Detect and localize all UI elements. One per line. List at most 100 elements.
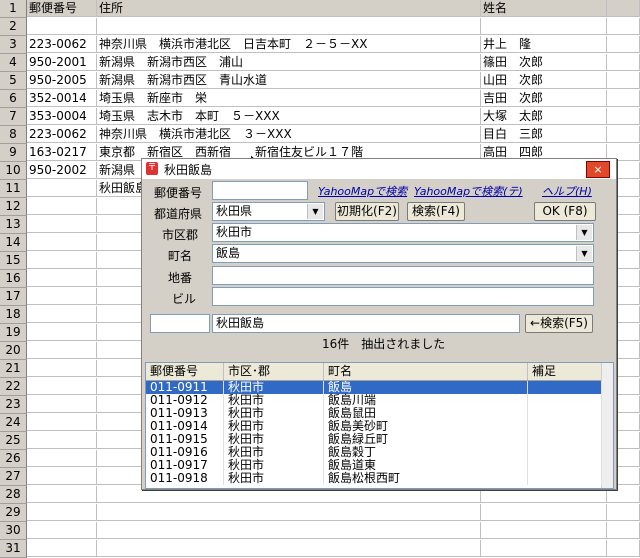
zip-input[interactable]	[212, 181, 308, 200]
cell-zip[interactable]: 223-0062	[27, 36, 97, 53]
cell[interactable]	[27, 468, 97, 485]
row-number[interactable]: 3	[0, 36, 27, 54]
city-select[interactable]: 秋田市 ▼	[212, 223, 594, 242]
cell[interactable]	[27, 234, 97, 251]
header-empty[interactable]	[607, 0, 640, 17]
cell[interactable]	[27, 360, 97, 377]
search-button[interactable]: 検索(F4)	[407, 202, 465, 221]
cell-zip[interactable]: 950-2002	[27, 162, 97, 179]
row-number[interactable]: 16	[0, 270, 27, 288]
search-query-input[interactable]: 秋田飯島	[212, 314, 520, 333]
init-button[interactable]: 初期化(F2)	[335, 202, 399, 221]
cell-name[interactable]: 目白 三郎	[481, 126, 607, 143]
cell[interactable]	[27, 288, 97, 305]
chevron-down-icon[interactable]: ▼	[576, 246, 592, 261]
row-number[interactable]: 25	[0, 432, 27, 450]
col-header-zip[interactable]: 郵便番号	[146, 363, 224, 380]
row-number[interactable]: 21	[0, 360, 27, 378]
cell[interactable]	[27, 216, 97, 233]
cell[interactable]	[27, 396, 97, 413]
row-number[interactable]: 13	[0, 216, 27, 234]
cell[interactable]	[481, 504, 607, 521]
cell-zip[interactable]: 223-0062	[27, 126, 97, 143]
row-number[interactable]: 2	[0, 18, 27, 36]
search-prefix-input[interactable]	[150, 314, 210, 333]
header-address[interactable]: 住所	[97, 0, 481, 17]
cell[interactable]	[607, 18, 640, 35]
ok-button[interactable]: OK (F8)	[534, 202, 596, 221]
cell-address[interactable]: 神奈川県 横浜市港北区 ３－XXX	[97, 126, 481, 143]
yahoo-map-search-t-link[interactable]: YahooMapで検索(テ)	[414, 183, 523, 199]
cell[interactable]	[97, 18, 481, 35]
cell-address[interactable]: 埼玉県 新座市 栄	[97, 90, 481, 107]
cell-name[interactable]: 吉田 次郎	[481, 90, 607, 107]
cell[interactable]	[97, 522, 481, 539]
bldg-input[interactable]	[212, 287, 594, 306]
cell-address[interactable]: 新潟県 新潟市西区 浦山	[97, 54, 481, 71]
row-number[interactable]: 8	[0, 126, 27, 144]
cell-zip[interactable]: 950-2001	[27, 54, 97, 71]
dialog-titlebar[interactable]: 〒 秋田飯島 ×	[142, 159, 616, 179]
cell[interactable]	[27, 18, 97, 35]
row-number[interactable]: 28	[0, 486, 27, 504]
cell[interactable]	[27, 504, 97, 521]
row-number[interactable]: 5	[0, 72, 27, 90]
row-number[interactable]: 19	[0, 324, 27, 342]
cell-zip[interactable]: 352-0014	[27, 90, 97, 107]
row-number[interactable]: 30	[0, 522, 27, 540]
cell-zip[interactable]: 950-2005	[27, 72, 97, 89]
cell[interactable]	[27, 378, 97, 395]
row-number[interactable]: 27	[0, 468, 27, 486]
cell-name[interactable]: 大塚 太郎	[481, 108, 607, 125]
cell[interactable]	[607, 540, 640, 557]
yahoo-map-search-link[interactable]: YahooMapで検索	[318, 183, 407, 199]
list-item[interactable]: 011-0918 秋田市 飯島松根西町	[146, 472, 602, 485]
row-number[interactable]: 17	[0, 288, 27, 306]
cell[interactable]	[607, 54, 640, 71]
cell-zip[interactable]	[27, 180, 97, 197]
cell[interactable]	[27, 522, 97, 539]
row-number[interactable]: 31	[0, 540, 27, 558]
row-number[interactable]: 10	[0, 162, 27, 180]
row-number[interactable]: 14	[0, 234, 27, 252]
cell[interactable]	[607, 504, 640, 521]
cell[interactable]	[607, 90, 640, 107]
row-number[interactable]: 7	[0, 108, 27, 126]
pref-select[interactable]: 秋田県 ▼	[212, 202, 325, 221]
close-button[interactable]: ×	[586, 161, 610, 178]
cell[interactable]	[27, 540, 97, 557]
cell[interactable]	[97, 504, 481, 521]
cell[interactable]	[481, 540, 607, 557]
cell-name[interactable]: 井上 隆	[481, 36, 607, 53]
cell[interactable]	[607, 108, 640, 125]
cell[interactable]	[27, 342, 97, 359]
list-scrollbar[interactable]	[601, 363, 613, 488]
col-header-note[interactable]: 補足	[528, 363, 602, 380]
row-number[interactable]: 12	[0, 198, 27, 216]
cell[interactable]	[607, 126, 640, 143]
cell[interactable]	[481, 522, 607, 539]
row-number[interactable]: 29	[0, 504, 27, 522]
banchi-input[interactable]	[212, 266, 594, 285]
row-number[interactable]: 20	[0, 342, 27, 360]
cell-name[interactable]: 山田 次郎	[481, 72, 607, 89]
row-number[interactable]: 18	[0, 306, 27, 324]
cell-name[interactable]: 篠田 次郎	[481, 54, 607, 71]
row-number[interactable]: 11	[0, 180, 27, 198]
cell[interactable]	[607, 36, 640, 53]
row-number[interactable]: 23	[0, 396, 27, 414]
cell[interactable]	[97, 540, 481, 557]
cell[interactable]	[27, 324, 97, 341]
row-number[interactable]: 22	[0, 378, 27, 396]
cell-zip[interactable]: 353-0004	[27, 108, 97, 125]
cell-address[interactable]: 新潟県 新潟市西区 青山水道	[97, 72, 481, 89]
chevron-down-icon[interactable]: ▼	[576, 225, 592, 240]
chevron-down-icon[interactable]: ▼	[307, 204, 323, 219]
town-select[interactable]: 飯島 ▼	[212, 244, 594, 263]
back-search-button[interactable]: ←検索(F5)	[525, 314, 593, 333]
help-link[interactable]: ヘルプ(H)	[542, 183, 592, 199]
cell[interactable]	[27, 432, 97, 449]
row-number[interactable]: 6	[0, 90, 27, 108]
row-number[interactable]: 4	[0, 54, 27, 72]
cell[interactable]	[607, 72, 640, 89]
